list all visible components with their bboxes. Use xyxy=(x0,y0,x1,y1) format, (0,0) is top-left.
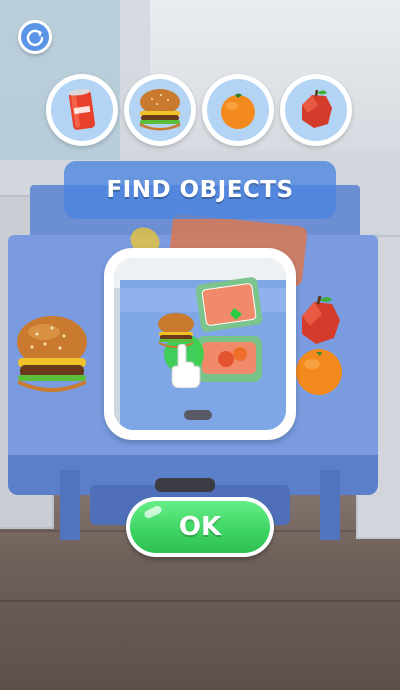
apple-icon xyxy=(302,89,332,128)
soda-can-icon xyxy=(68,88,96,130)
banner-title: FIND OBJECTS xyxy=(106,177,294,203)
tutorial-card xyxy=(104,248,296,440)
target-objects-list xyxy=(46,74,354,146)
find-objects-banner: FIND OBJECTS xyxy=(64,161,336,219)
hand-pointer-icon xyxy=(171,344,201,388)
drawer-handle xyxy=(155,478,215,492)
ok-button-face[interactable]: OK xyxy=(130,501,270,553)
scene-burger[interactable] xyxy=(12,314,92,396)
target-soda-can xyxy=(46,74,118,146)
target-burger xyxy=(124,74,196,146)
orange-icon xyxy=(221,93,255,129)
restart-button[interactable] xyxy=(18,20,52,54)
button-shine xyxy=(143,504,163,520)
restart-icon xyxy=(26,29,44,47)
table-leg xyxy=(320,470,340,540)
scene-orange[interactable] xyxy=(294,346,344,396)
burger-icon xyxy=(140,89,180,131)
tutorial-illustration xyxy=(114,258,286,430)
target-orange xyxy=(202,74,274,146)
table-leg xyxy=(60,470,80,540)
ok-button-label: OK xyxy=(178,512,222,542)
ok-button[interactable]: OK xyxy=(126,497,274,557)
target-apple xyxy=(280,74,352,146)
scene-apple[interactable] xyxy=(294,296,344,348)
